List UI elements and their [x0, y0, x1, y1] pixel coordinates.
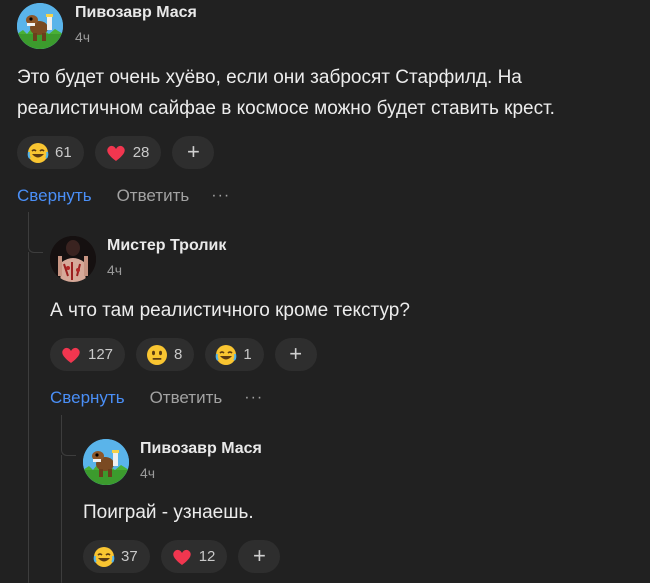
- reaction-laughing[interactable]: 1: [205, 338, 264, 371]
- comment-text-line: Это будет очень хуёво, если они забросят…: [17, 67, 522, 88]
- reaction-heart[interactable]: 127: [50, 338, 126, 371]
- reply-button[interactable]: Ответить: [150, 388, 223, 408]
- reaction-neutral[interactable]: 8: [136, 338, 195, 371]
- reaction-laughing[interactable]: 61: [17, 136, 84, 169]
- reaction-count: 8: [174, 346, 183, 363]
- reactions-bar: 61 28 +: [17, 136, 215, 169]
- add-reaction-button[interactable]: +: [172, 136, 215, 169]
- plus-icon: +: [289, 340, 303, 366]
- reaction-count: 12: [198, 548, 216, 565]
- reaction-count: 127: [88, 346, 114, 363]
- add-reaction-button[interactable]: +: [274, 338, 317, 371]
- author-name[interactable]: Мистер Тролик: [107, 237, 226, 255]
- comment-text: А что там реалистичного кроме текстур?: [50, 295, 410, 326]
- heart-emoji-icon: [172, 549, 191, 565]
- comment-text-line: А что там реалистичного кроме текстур?: [50, 300, 410, 321]
- heart-emoji-icon: [62, 347, 80, 363]
- comment-text: Поиграй - узнаешь.: [83, 497, 254, 528]
- thread-line: [61, 455, 62, 583]
- reaction-count: 37: [121, 548, 138, 565]
- more-options-icon[interactable]: ···: [244, 389, 263, 407]
- laughing-emoji-icon: [93, 546, 115, 567]
- author-name[interactable]: Пивозавр Мася: [75, 4, 197, 22]
- reaction-heart[interactable]: 28: [94, 136, 162, 169]
- avatar[interactable]: [83, 439, 129, 485]
- reaction-count: 28: [132, 144, 150, 161]
- reactions-bar: 127 8 1 +: [50, 338, 317, 371]
- comment-text-line: реалистичном сайфае в космосе можно буде…: [17, 98, 555, 119]
- thread-line: [28, 212, 43, 253]
- thread-line: [61, 415, 76, 456]
- timestamp[interactable]: 4ч: [107, 262, 122, 278]
- collapse-button[interactable]: Свернуть: [17, 186, 92, 206]
- timestamp[interactable]: 4ч: [140, 465, 155, 481]
- neutral-face-emoji-icon: [147, 344, 168, 365]
- comment-text: Это будет очень хуёво, если они забросят…: [17, 62, 555, 124]
- reaction-heart[interactable]: 12: [160, 540, 228, 573]
- thread-line: [28, 252, 29, 583]
- avatar[interactable]: [17, 3, 63, 49]
- comment-text-line: Поиграй - узнаешь.: [83, 502, 254, 523]
- reaction-laughing[interactable]: 37: [83, 540, 150, 573]
- laughing-emoji-icon: [216, 344, 237, 365]
- reactions-bar: 37 12 +: [83, 540, 281, 573]
- plus-icon: +: [186, 138, 200, 164]
- add-reaction-button[interactable]: +: [238, 540, 281, 573]
- author-name[interactable]: Пивозавр Мася: [140, 440, 262, 458]
- plus-icon: +: [252, 542, 266, 568]
- timestamp[interactable]: 4ч: [75, 29, 90, 45]
- laughing-emoji-icon: [27, 142, 49, 163]
- comment-actions: Свернуть Ответить ···: [17, 186, 230, 206]
- reaction-count: 1: [243, 346, 252, 363]
- avatar[interactable]: [50, 236, 96, 282]
- more-options-icon[interactable]: ···: [211, 187, 230, 205]
- comment-actions: Свернуть Ответить ···: [50, 388, 263, 408]
- collapse-button[interactable]: Свернуть: [50, 388, 125, 408]
- reply-button[interactable]: Ответить: [117, 186, 190, 206]
- heart-emoji-icon: [106, 145, 125, 161]
- reaction-count: 61: [55, 144, 72, 161]
